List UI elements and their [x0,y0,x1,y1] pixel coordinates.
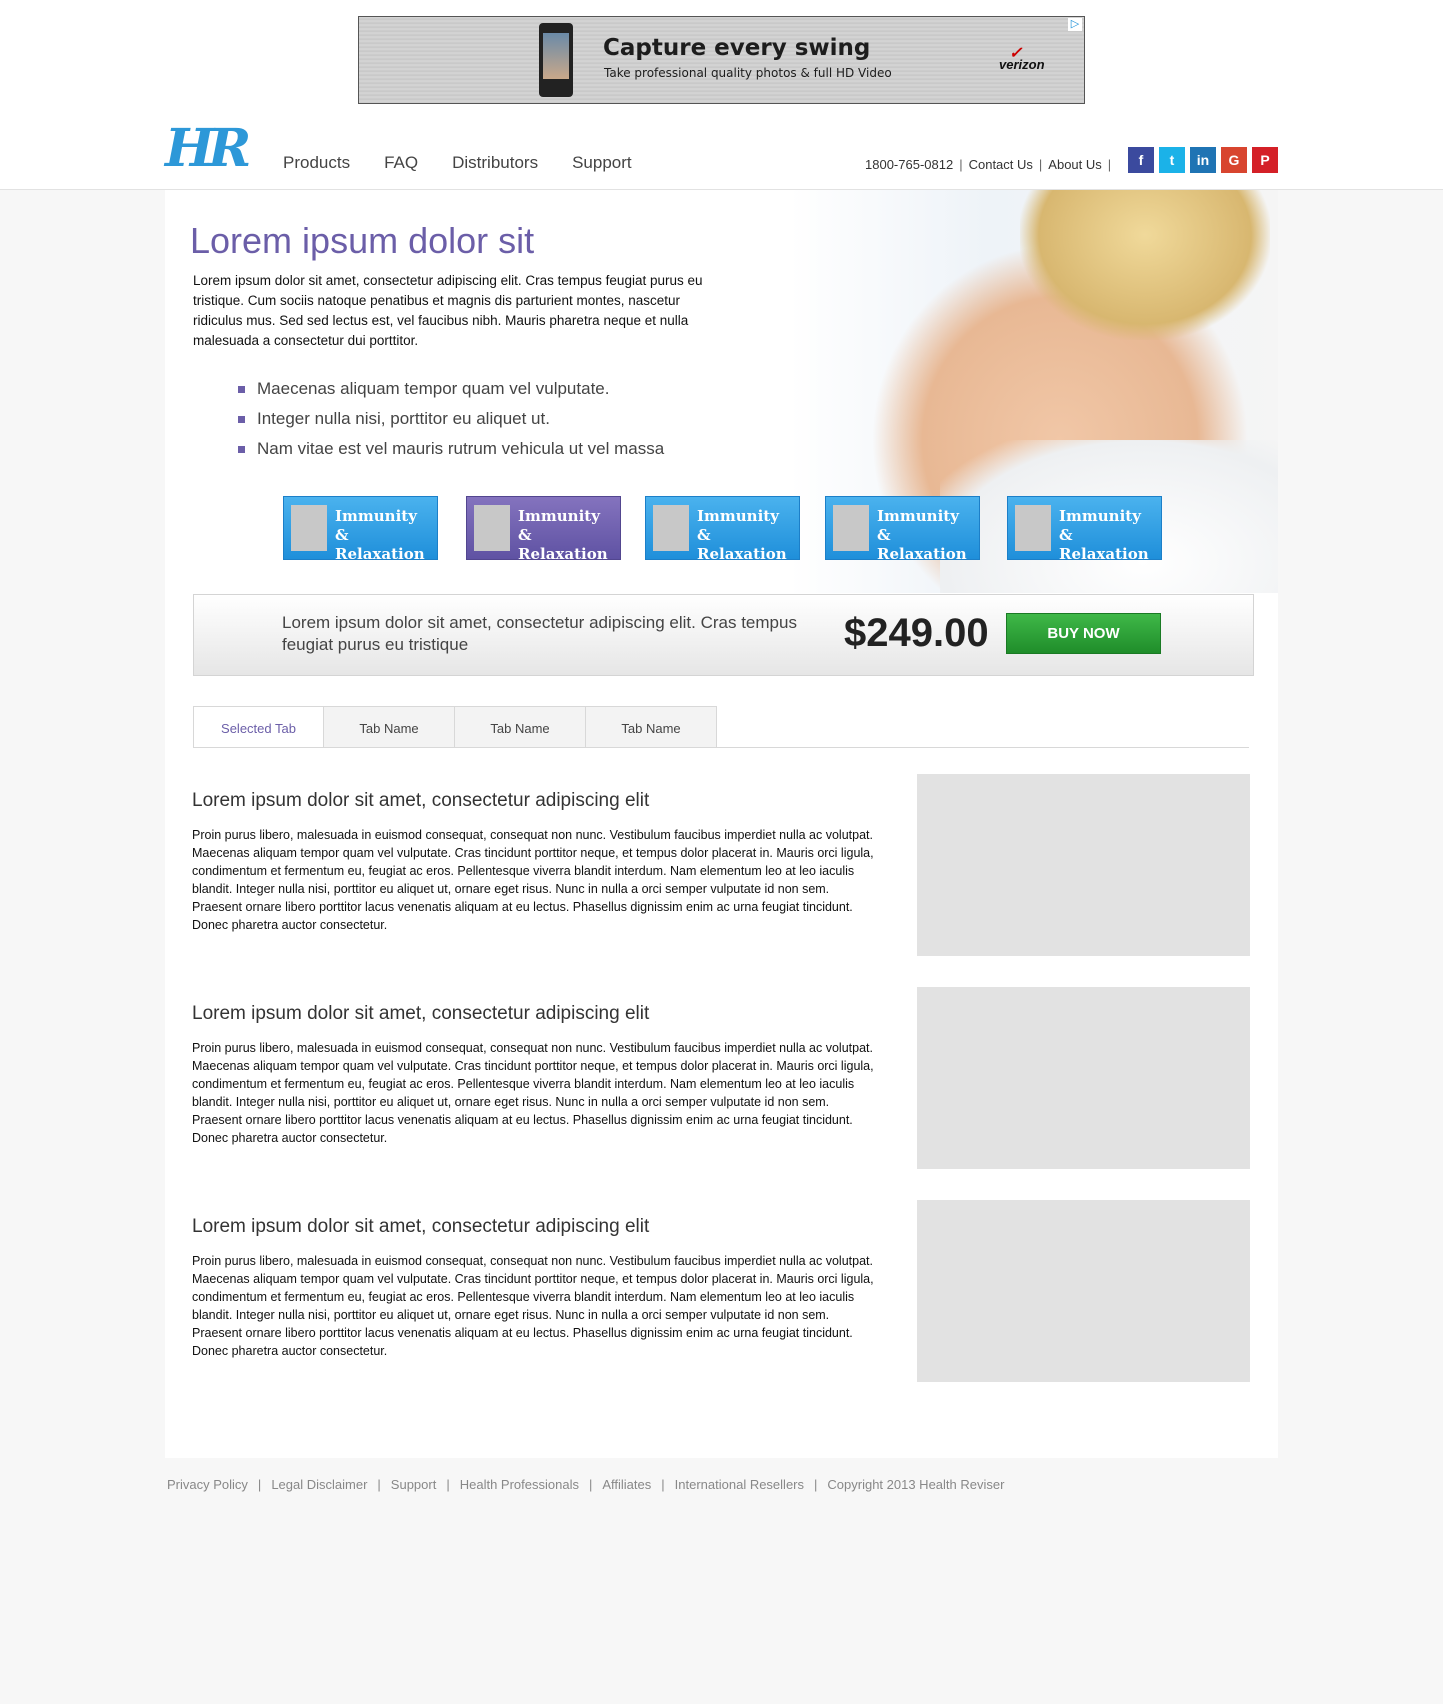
category-button[interactable]: Immunity & Relaxation [283,496,438,563]
tab-2[interactable]: Tab Name [324,706,455,748]
adchoices-icon[interactable]: ▷ [1068,18,1082,31]
twitter-icon[interactable]: t [1159,147,1185,173]
hero-title: Lorem ipsum dolor sit [190,220,535,261]
hero-bullets: Maecenas aliquam tempor quam vel vulputa… [238,374,664,464]
category-thumbnail [1015,505,1051,551]
tab-bar: Selected Tab Tab Name Tab Name Tab Name [193,706,717,748]
category-thumbnail [653,505,689,551]
phone-image [539,23,573,97]
nav-products[interactable]: Products [283,153,350,173]
article-image-placeholder [917,987,1250,1169]
tab-divider [193,747,1249,748]
article: Lorem ipsum dolor sit amet, consectetur … [192,1200,1250,1382]
site-logo[interactable]: HR [165,118,251,179]
about-link[interactable]: About Us [1048,157,1101,172]
footer-international-resellers[interactable]: International Resellers [675,1477,804,1492]
pinterest-icon[interactable]: P [1252,147,1278,173]
article-body: Proin purus libero, malesuada in euismod… [192,1041,874,1145]
category-button[interactable]: Immunity & Relaxation [1007,496,1162,563]
nav-faq[interactable]: FAQ [384,153,418,173]
tab-4[interactable]: Tab Name [586,706,717,748]
bullet-item: Maecenas aliquam tempor quam vel vulputa… [238,374,664,404]
article-body: Proin purus libero, malesuada in euismod… [192,828,874,932]
footer-legal-disclaimer[interactable]: Legal Disclaimer [271,1477,367,1492]
main-nav: Products FAQ Distributors Support [283,153,632,173]
category-thumbnail [291,505,327,551]
nav-distributors[interactable]: Distributors [452,153,538,173]
footer-support[interactable]: Support [391,1477,437,1492]
article: Lorem ipsum dolor sit amet, consectetur … [192,987,1250,1169]
footer-copyright: Copyright 2013 Health Reviser [827,1477,1005,1492]
category-thumbnail [474,505,510,551]
price-value: $249.00 [844,611,989,655]
googleplus-icon[interactable]: G [1221,147,1247,173]
ad-banner[interactable]: Capture every swing Take professional qu… [358,16,1085,104]
category-thumbnail [833,505,869,551]
ad-headline: Capture every swing [603,35,871,61]
footer-privacy-policy[interactable]: Privacy Policy [167,1477,248,1492]
nav-support[interactable]: Support [572,153,632,173]
article-image-placeholder [917,1200,1250,1382]
category-button-selected[interactable]: Immunity & Relaxation [466,496,621,563]
bullet-icon [238,385,245,393]
footer-links: Privacy Policy | Legal Disclaimer | Support |… [167,1477,1005,1492]
social-links: f t in G P [1128,147,1278,173]
facebook-icon[interactable]: f [1128,147,1154,173]
footer-health-professionals[interactable]: Health Professionals [460,1477,579,1492]
footer-affiliates[interactable]: Affiliates [602,1477,651,1492]
ad-subline: Take professional quality photos & full … [604,66,892,80]
price-bar: Lorem ipsum dolor sit amet, consectetur … [193,594,1254,676]
bullet-item: Integer nulla nisi, porttitor eu aliquet… [238,404,664,434]
bullet-icon [238,445,245,453]
article-body: Proin purus libero, malesuada in euismod… [192,1254,874,1358]
ad-brand-logo: ✓ verizon [999,45,1045,72]
bullet-icon [238,415,245,423]
buy-now-button[interactable]: BUY NOW [1006,613,1161,654]
tab-selected[interactable]: Selected Tab [193,706,324,748]
tab-3[interactable]: Tab Name [455,706,586,748]
category-button[interactable]: Immunity & Relaxation [645,496,800,563]
article-image-placeholder [917,774,1250,956]
top-links: 1800-765-0812 | Contact Us | About Us | [865,157,1112,172]
hero-description: Lorem ipsum dolor sit amet, consectetur … [193,273,703,348]
bullet-item: Nam vitae est vel mauris rutrum vehicula… [238,434,664,464]
phone-number: 1800-765-0812 [865,157,954,172]
linkedin-icon[interactable]: in [1190,147,1216,173]
category-button[interactable]: Immunity & Relaxation [825,496,980,563]
price-description: Lorem ipsum dolor sit amet, consectetur … [282,613,797,654]
article: Lorem ipsum dolor sit amet, consectetur … [192,774,1250,956]
contact-link[interactable]: Contact Us [969,157,1033,172]
